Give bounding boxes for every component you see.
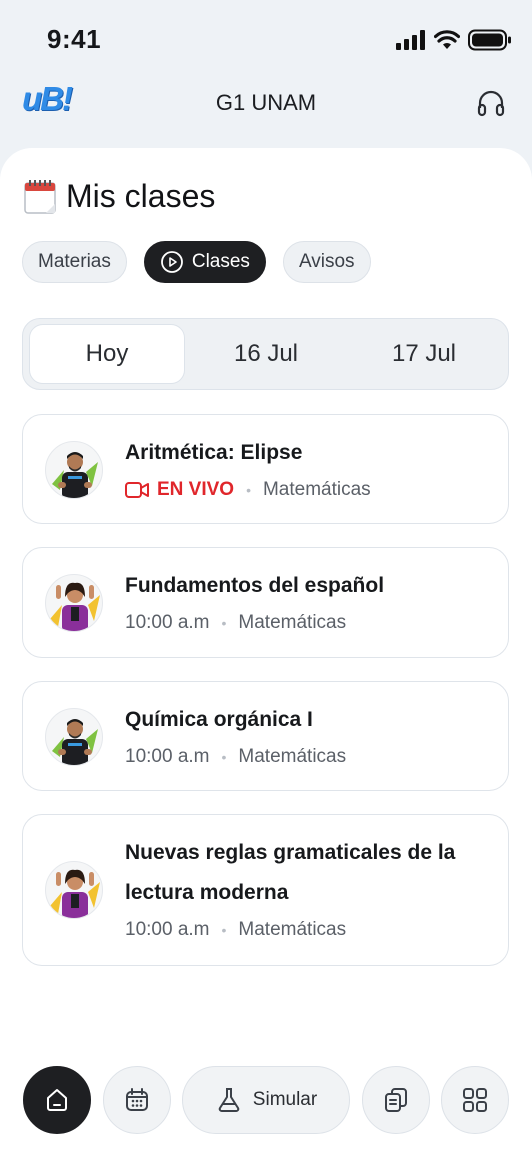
date-tab-17-jul[interactable]: 17 Jul <box>346 324 502 384</box>
home-icon <box>47 1089 67 1111</box>
chip-avisos[interactable]: Avisos <box>282 241 371 283</box>
status-bar: 9:41 <box>0 0 532 80</box>
class-title: Química orgánica I <box>125 708 313 731</box>
chip-label: Materias <box>38 251 111 272</box>
chip-clases[interactable]: Clases <box>143 241 266 283</box>
nav-calendar-button[interactable] <box>103 1066 171 1134</box>
nav-home-button[interactable] <box>23 1066 91 1134</box>
date-tabs: Hoy 16 Jul 17 Jul <box>22 318 509 390</box>
status-time: 9:41 <box>47 24 102 54</box>
separator-dot: • <box>221 615 227 631</box>
class-time: 10:00 a.m <box>125 919 210 940</box>
support-button[interactable] <box>476 88 506 118</box>
cards-icon <box>385 1088 407 1112</box>
class-card[interactable]: Fundamentos del español 10:00 a.m • Mate… <box>22 547 509 658</box>
flask-icon <box>218 1088 240 1112</box>
header-title: G1 UNAM <box>215 90 317 115</box>
chip-label: Avisos <box>298 251 355 272</box>
class-title: Nuevas reglas gramaticales de la lectura… <box>125 841 456 904</box>
app-header: uB! G1 UNAM <box>0 80 532 130</box>
class-subject: Matemáticas <box>238 612 347 633</box>
live-label: EN VIVO <box>157 479 235 500</box>
video-camera-icon <box>125 482 149 498</box>
class-time: 10:00 a.m <box>125 612 210 633</box>
page-title: Mis clases <box>66 178 216 214</box>
nav-simular-button[interactable]: Simular <box>182 1066 350 1134</box>
main-card: Mis clases Materias Clases Avisos Hoy 16… <box>0 148 532 1152</box>
nav-grid-button[interactable] <box>441 1066 509 1134</box>
battery-icon <box>468 29 511 51</box>
class-card[interactable]: Nuevas reglas gramaticales de la lectura… <box>22 814 509 966</box>
separator-dot: • <box>221 749 227 765</box>
class-title: Aritmética: Elipse <box>125 441 303 464</box>
class-card[interactable]: Química orgánica I 10:00 a.m • Matemátic… <box>22 681 509 791</box>
class-subject: Matemáticas <box>238 919 347 940</box>
class-meta: 10:00 a.m • Matemáticas <box>125 919 346 941</box>
page-title-row: Mis clases <box>24 178 215 215</box>
date-tab-16-jul[interactable]: 16 Jul <box>188 324 344 384</box>
nav-cards-button[interactable] <box>362 1066 430 1134</box>
separator-dot: • <box>246 482 251 498</box>
live-badge: EN VIVO <box>125 479 234 501</box>
teacher-avatar <box>45 708 103 766</box>
calendar-icon <box>24 179 56 214</box>
class-time: 10:00 a.m <box>125 746 210 767</box>
teacher-avatar <box>45 861 103 919</box>
class-title: Fundamentos del español <box>125 574 385 597</box>
class-subject: Matemáticas <box>238 746 347 767</box>
calendar-icon <box>126 1088 148 1111</box>
class-meta: 10:00 a.m • Matemáticas <box>125 612 346 634</box>
chip-label: Clases <box>191 251 250 272</box>
separator-dot: • <box>221 922 227 938</box>
headphones-icon <box>477 90 505 117</box>
nav-simular-label: Simular <box>252 1089 318 1110</box>
status-icons <box>396 29 512 51</box>
signal-icon <box>396 30 425 50</box>
teacher-avatar <box>45 441 103 499</box>
class-meta: 10:00 a.m • Matemáticas <box>125 746 346 768</box>
class-meta: EN VIVO • Matemáticas <box>125 479 371 501</box>
play-circle-icon <box>160 251 183 273</box>
category-chips: Materias Clases Avisos <box>22 241 371 283</box>
teacher-avatar <box>45 574 103 632</box>
bottom-nav: Simular <box>0 1066 532 1136</box>
date-tab-hoy[interactable]: Hoy <box>29 324 185 384</box>
grid-icon <box>463 1088 487 1112</box>
class-card[interactable]: Aritmética: Elipse EN VIVO • Matemáticas <box>22 414 509 524</box>
wifi-icon <box>434 30 460 49</box>
class-subject: Matemáticas <box>262 479 371 500</box>
chip-materias[interactable]: Materias <box>22 241 127 283</box>
